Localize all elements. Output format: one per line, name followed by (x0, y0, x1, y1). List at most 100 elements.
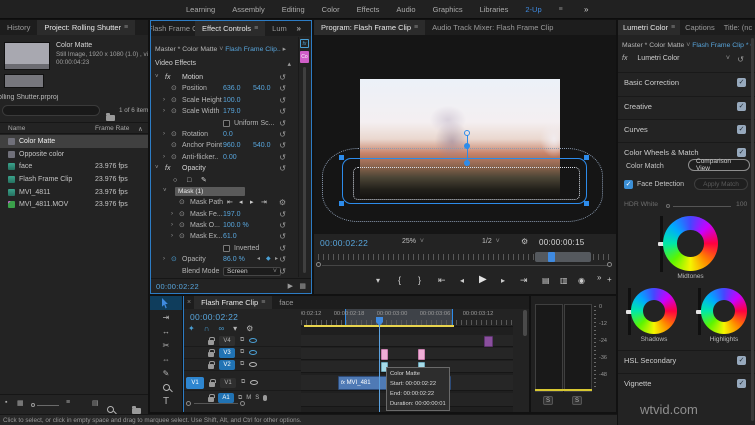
nest-icon[interactable]: ✦ (188, 324, 195, 333)
twirl-icon[interactable]: › (163, 95, 165, 106)
track-v4[interactable] (301, 335, 513, 347)
list-item[interactable]: Opposite color (0, 148, 148, 161)
sync-lock-icon[interactable]: ⧉ (240, 349, 244, 356)
reset-icon[interactable]: ↺ (279, 266, 286, 277)
timeline-ruler[interactable]: 00:00:02:12 00:00:02:18 00:00:03:00 00:0… (301, 309, 513, 327)
next-arrow-icon[interactable]: ▸ (283, 46, 286, 53)
mask-feather-handle[interactable] (464, 143, 470, 149)
list-item[interactable]: MVI_4811 23.976 fps (0, 186, 148, 199)
stopwatch-icon[interactable]: ⊙ (179, 231, 185, 242)
list-item[interactable]: face 23.976 fps (0, 160, 148, 173)
pen-tool[interactable]: ✎ (150, 366, 182, 380)
mask-feather-row[interactable]: › ⊙ Mask Fe... 197.0 ↺ (151, 209, 301, 220)
mask-1-row[interactable]: ˅ Mask (1) (151, 186, 301, 197)
list-item[interactable]: MVI_4811.MOV 23.976 fps (0, 198, 148, 211)
clip-pink-v3[interactable] (381, 349, 388, 360)
next-keyframe-icon[interactable]: ▸ (275, 254, 278, 265)
add-button-icon[interactable]: + (607, 275, 612, 284)
track-output-eye-icon[interactable] (250, 380, 259, 385)
add-keyframe-icon[interactable]: ◆ (266, 254, 271, 265)
tab-program[interactable]: Program: Flash Frame Clip ≡ (314, 20, 426, 35)
button-editor-overflow-icon[interactable]: » (597, 273, 601, 282)
tab-history[interactable]: History (0, 20, 37, 35)
mask-handle-top-left[interactable] (339, 155, 344, 160)
export-frame-icon[interactable]: ◉ (578, 276, 585, 285)
razor-tool[interactable]: ✂ (150, 338, 182, 352)
zoom-tool[interactable] (150, 380, 182, 394)
timeline-timecode[interactable]: 00:00:02:22 (190, 312, 238, 322)
timeline-v-scrollbar[interactable] (523, 310, 527, 408)
timeline-content[interactable]: 00:00:02:12 00:00:02:18 00:00:03:00 00:0… (301, 309, 513, 412)
tab-title[interactable]: Title: (nc (720, 20, 755, 35)
stopwatch-icon[interactable]: ⊙ (179, 197, 185, 208)
track-v3[interactable] (301, 348, 513, 360)
reset-icon[interactable]: ↺ (279, 243, 286, 254)
scale-height-value[interactable]: 100.0 (223, 95, 241, 106)
zoom-slider[interactable] (37, 405, 59, 406)
timeline-h-scrollbar[interactable] (186, 400, 246, 407)
workspace-tab-audio[interactable]: Audio (396, 5, 415, 14)
inverted-checkbox[interactable] (223, 244, 230, 252)
track-mask-fwd-icon[interactable]: ⇥ (261, 197, 267, 208)
sync-lock-icon[interactable]: ⧉ (240, 361, 244, 368)
sequence-clip-label[interactable]: Flash Frame Clip.. (225, 46, 281, 53)
stopwatch-icon[interactable]: ⊙ (179, 209, 185, 220)
section-curves[interactable]: Curves ✓ (618, 119, 755, 139)
mask-expansion-row[interactable]: › ⊙ Mask Ex... 61.0 ↺ (151, 231, 301, 242)
twirl-icon[interactable]: › (163, 152, 165, 163)
track-output-eye-icon[interactable] (249, 350, 258, 355)
reset-icon[interactable]: ↺ (279, 254, 286, 265)
track-header-v3[interactable]: V3 ⧉ (184, 347, 301, 359)
stopwatch-icon[interactable]: ⊙ (171, 129, 177, 140)
lock-icon[interactable] (209, 378, 216, 387)
anti-flicker-value[interactable]: 0.00 (223, 152, 237, 163)
section-basic-correction[interactable]: Basic Correction ✓ (618, 72, 755, 92)
twirl-icon[interactable]: › (171, 231, 173, 242)
uniform-scale-checkbox[interactable] (223, 119, 230, 127)
ripple-edit-tool[interactable]: ↔ (150, 324, 182, 338)
mask-opacity-value[interactable]: 100.0 % (223, 220, 249, 231)
reset-icon[interactable]: ↺ (279, 163, 286, 174)
go-to-in-icon[interactable]: ⇤ (438, 275, 446, 286)
panel-menu-icon[interactable]: ≡ (254, 25, 258, 32)
stopwatch-icon[interactable]: ⊙ (171, 140, 177, 151)
section-vignette[interactable]: Vignette ✓ (618, 373, 755, 393)
workspace-overflow-icon[interactable]: » (584, 5, 588, 14)
basic-correction-checkbox[interactable]: ✓ (737, 78, 746, 87)
tab-lumetri-partial[interactable]: Lum (265, 21, 294, 36)
reset-icon[interactable]: ↺ (279, 152, 286, 163)
vertical-scrollbar[interactable] (751, 38, 754, 421)
reset-icon[interactable]: ↺ (279, 83, 286, 94)
fx-badge-icon[interactable]: fx (165, 163, 170, 174)
twirl-icon[interactable]: ˅ (155, 163, 159, 174)
type-tool[interactable]: T (150, 394, 182, 408)
icon-view-icon[interactable]: ▦ (17, 399, 24, 407)
reset-icon[interactable]: ↺ (279, 140, 286, 151)
stopwatch-icon[interactable]: ⊙ (171, 95, 177, 106)
sort-icons[interactable]: ≡ (66, 399, 70, 406)
section-hsl-secondary[interactable]: HSL Secondary ✓ (618, 350, 755, 370)
position-row[interactable]: ⊙ Position 636.0 540.0 ↺ (151, 83, 301, 94)
program-timecode[interactable]: 00:00:02:22 (320, 238, 368, 248)
stopwatch-icon-active[interactable]: ⊙ (171, 254, 177, 265)
workspace-tab-effects[interactable]: Effects (357, 5, 380, 14)
linked-selection-icon[interactable]: ∞ (218, 324, 224, 333)
tab-sequence-face[interactable]: face (272, 296, 300, 309)
track-label-v4[interactable]: V4 (219, 335, 235, 346)
mask-handle-bottom-right[interactable] (584, 201, 589, 206)
fx-badge-icon[interactable]: fx (165, 72, 170, 83)
opacity-value[interactable]: 86.0 % (223, 254, 245, 265)
scale-width-row[interactable]: › ⊙ Scale Width 179.0 ↺ (151, 106, 301, 117)
track-header-v4[interactable]: V4 ⧉ (184, 335, 301, 347)
opacity-value-row[interactable]: › ⊙ Opacity 86.0 % ◂ ◆ ▸ ↺ (151, 254, 301, 265)
stopwatch-icon[interactable]: ⊙ (171, 152, 177, 163)
ellipse-mask-icon[interactable]: ○ (173, 175, 177, 186)
mute-button[interactable]: M (246, 395, 251, 401)
list-item[interactable]: Color Matte (0, 135, 148, 148)
vignette-checkbox[interactable]: ✓ (737, 379, 746, 388)
clip-pink-v3[interactable] (418, 349, 425, 360)
reset-icon[interactable]: ↺ (279, 129, 286, 140)
tab-project[interactable]: Project: Rolling Shutter ≡ (37, 20, 136, 35)
rect-mask-icon[interactable]: □ (187, 175, 191, 186)
tab-sequence-flash-frame-clip[interactable]: Flash Frame Clip ≡ (194, 296, 273, 309)
